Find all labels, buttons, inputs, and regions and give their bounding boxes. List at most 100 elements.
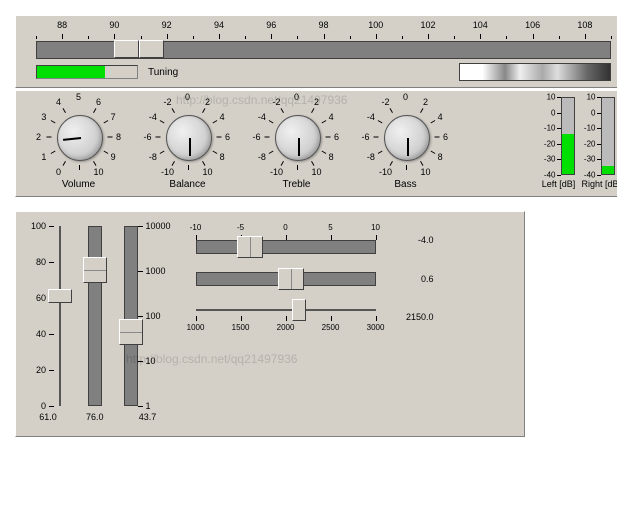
knob-number: -4 [149,112,157,122]
vslider-1: 76.0 [86,226,104,422]
meter-rightdb: 100-10-20-30-40Right [dB] [581,97,617,189]
knob-dial[interactable] [166,115,212,161]
vslider-track[interactable] [59,226,61,406]
vslider-tick-label: 1000 [146,266,166,276]
knob-label: Bass [353,179,458,190]
meter-fill [602,166,614,174]
knob-label: Volume [26,179,131,190]
knob-number: 6 [443,132,448,142]
tuning-tick [585,34,586,39]
vslider-tick [138,406,143,407]
tuning-tick [114,34,115,39]
hslider-track[interactable] [196,309,376,311]
knob-tick [321,120,326,123]
knob-number: 1 [41,152,46,162]
knob-tick [79,165,80,170]
knob-dial[interactable] [384,115,430,161]
knob-tick [280,108,283,113]
knob-number: -6 [143,132,151,142]
hslider-scale: -10-50510 [196,226,376,240]
vslider-tick-label: 80 [36,257,46,267]
knob-tick [93,108,96,113]
knob-number: -4 [258,112,266,122]
knob-number: -6 [252,132,260,142]
tuning-tick [454,36,455,39]
vslider-scale: 020406080100 [30,226,54,406]
hslider-tick-label: 1000 [187,323,205,332]
knob-balance: -10-8-6-4-20246810Balance [135,97,240,190]
tuning-tick-label: 106 [525,20,540,30]
knob-tick [171,161,174,166]
meter-label: Right [dB] [581,179,617,189]
knob-bass: -10-8-6-4-20246810Bass [353,97,458,190]
knob-tick [325,137,330,138]
meter-tick [557,175,561,176]
knob-number: -2 [163,97,171,107]
knob-label: Balance [135,179,240,190]
meter-tick [597,175,601,176]
tuning-tick [559,36,560,39]
gradient-bar[interactable] [459,63,611,81]
knob-tick [297,165,298,170]
tuning-thumb[interactable] [114,40,164,58]
vslider-tick-label: 40 [36,329,46,339]
vslider-thumb[interactable] [83,257,107,283]
tuning-scale: 889092949698100102104106108 [36,22,611,40]
knob-tick [216,137,221,138]
knob-tick [202,108,205,113]
vslider-tick-label: 0 [41,401,46,411]
hslider-tick-label: 2000 [277,323,295,332]
knob-tick [377,120,382,123]
knob-number: 8 [329,152,334,162]
knob-number: 4 [438,112,443,122]
vslider-thumb[interactable] [48,289,72,303]
knob-dial[interactable] [275,115,321,161]
tuning-tick-label: 96 [266,20,276,30]
meter-bar [601,97,615,175]
tuning-tick-label: 104 [473,20,488,30]
hslider-scale: 10001500200025003000 [196,316,376,330]
knob-tick [155,137,160,138]
tuning-slider-track[interactable] [36,41,611,59]
hslider-thumb[interactable] [237,236,263,258]
tuning-tick [193,36,194,39]
hslider-tick-label: 1500 [232,323,250,332]
meter-tick-label: -10 [544,124,556,133]
knob-dial[interactable] [57,115,103,161]
tuning-tick [271,34,272,39]
tuning-tick [297,36,298,39]
knob-tick [103,151,108,154]
knob-number: 0 [185,92,190,102]
hslider-track[interactable] [196,272,376,286]
hslider-thumb[interactable] [278,268,304,290]
tuning-thumb-left[interactable] [114,40,139,58]
tuning-thumb-right[interactable] [139,40,164,58]
tuning-label: Tuning [148,67,178,78]
hslider-0: -10-50510-4.0 [196,226,510,254]
knob-number: 0 [56,167,61,177]
vslider-tick-label: 10000 [146,221,171,231]
meter-tick-label: -40 [544,171,556,180]
knob-number: 9 [111,152,116,162]
vslider-tick-label: 1 [146,401,151,411]
knob-tick [406,165,407,170]
tuning-panel: 889092949698100102104106108 Tuning [15,15,617,88]
knob-number: -2 [381,97,389,107]
knob-tick [377,151,382,154]
knob-tick [264,137,269,138]
hslider-tick [286,316,287,321]
knob-tick [373,137,378,138]
meter-fill [562,134,574,174]
tuning-tick-label: 98 [318,20,328,30]
vslider-tick [138,226,143,227]
knob-tick [93,161,96,166]
vslider-track[interactable] [88,226,102,406]
hslider-track[interactable] [196,240,376,254]
knob-tick [420,108,423,113]
vslider-track[interactable] [124,226,138,406]
tuning-tick-label: 100 [368,20,383,30]
tuning-tick [219,34,220,39]
vslider-tick-label: 100 [146,311,161,321]
hslider-tick-label: -10 [190,223,202,232]
knob-tick [280,161,283,166]
